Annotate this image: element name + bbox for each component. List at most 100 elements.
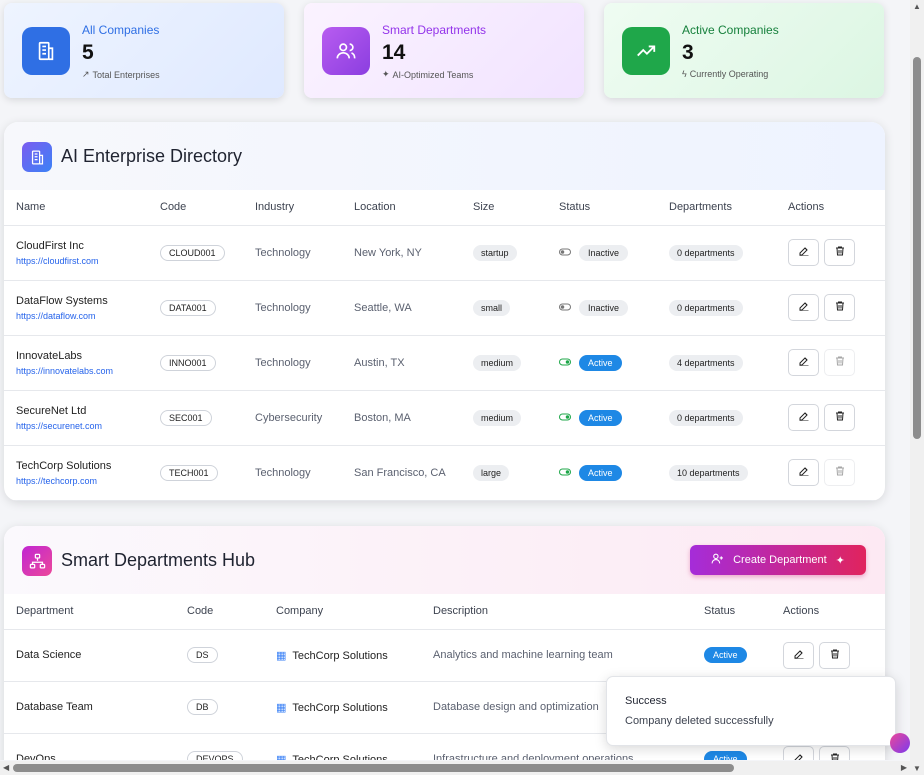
table-row[interactable]: TechCorp Solutions https://techcorp.com TE… (4, 445, 885, 501)
trash-icon (834, 465, 846, 480)
company-name: InnovateLabs (16, 349, 83, 362)
delete-button[interactable] (819, 641, 850, 669)
col-code[interactable]: Code (175, 593, 264, 630)
company-location: San Francisco, CA (342, 445, 461, 501)
status-toggle-icon[interactable] (559, 357, 571, 369)
sparkle-icon: ✦ (835, 554, 845, 567)
departments-header: Smart Departments Hub Create Department … (4, 526, 885, 594)
assistant-launcher-icon[interactable] (890, 733, 910, 753)
toast-message: Company deleted successfully (625, 715, 774, 727)
stat-sub: ϟ Currently Operating (682, 69, 768, 79)
stat-card-departments: Smart Departments 14 ✦ AI-Optimized Team… (304, 3, 584, 98)
scroll-down-icon[interactable]: ▼ (913, 764, 921, 773)
delete-button[interactable] (824, 349, 855, 376)
scroll-left-icon[interactable]: ◀ (3, 763, 9, 772)
building-icon: ▦ (276, 753, 287, 761)
edit-button[interactable] (788, 404, 819, 431)
add-user-icon (711, 552, 724, 568)
status-toggle-icon[interactable] (559, 412, 571, 424)
edit-button[interactable] (788, 294, 819, 321)
delete-button[interactable] (824, 239, 855, 266)
edit-icon (798, 355, 810, 370)
company-code: DATA001 (160, 299, 216, 316)
building-icon: ▦ (276, 649, 287, 662)
trash-icon (834, 355, 846, 370)
stat-sub: ✦ AI-Optimized Teams (382, 69, 473, 80)
company-location: Seattle, WA (342, 280, 461, 336)
stat-label: Active Companies (682, 23, 779, 37)
edit-button[interactable] (783, 745, 814, 760)
department-code: DEVOPS (187, 751, 243, 760)
status-toggle-icon[interactable] (559, 302, 571, 314)
departments-title: Smart Departments Hub (61, 550, 256, 570)
edit-button[interactable] (788, 349, 819, 376)
company-url-link[interactable]: https://securenet.com (16, 421, 148, 431)
edit-button[interactable] (788, 459, 819, 486)
table-row[interactable]: Data Science DS ▦ TechCorp Solutions Analyti… (4, 629, 885, 682)
edit-icon (793, 752, 805, 760)
table-row[interactable]: SecureNet Ltd https://securenet.com SEC001… (4, 390, 885, 446)
col-name[interactable]: Name (4, 189, 148, 226)
company-industry: Cybersecurity (243, 390, 342, 446)
stat-sub-text: AI-Optimized Teams (392, 69, 474, 80)
delete-button[interactable] (824, 404, 855, 431)
status-badge: Active (579, 354, 622, 371)
edit-button[interactable] (788, 239, 819, 266)
scroll-right-icon[interactable]: ▶ (901, 763, 907, 772)
directory-title: AI Enterprise Directory (61, 146, 243, 166)
horizontal-scroll-thumb[interactable] (13, 764, 734, 772)
building-icon (22, 142, 52, 172)
delete-button[interactable] (819, 745, 850, 760)
col-company[interactable]: Company (264, 593, 421, 630)
vertical-scroll-thumb[interactable] (913, 57, 921, 439)
scroll-up-icon[interactable]: ▲ (913, 2, 921, 11)
create-department-button[interactable]: Create Department ✦ (690, 545, 866, 575)
delete-button[interactable] (824, 294, 855, 321)
company-location: Boston, MA (342, 390, 461, 446)
col-code[interactable]: Code (148, 189, 243, 226)
col-status[interactable]: Status (692, 593, 771, 630)
company-url-link[interactable]: https://dataflow.com (16, 311, 148, 321)
horizontal-scrollbar[interactable]: ◀ ▶ (0, 761, 910, 775)
create-department-label: Create Department (733, 554, 827, 566)
stat-value: 3 (682, 41, 694, 64)
status-toggle-icon[interactable] (559, 247, 571, 259)
edit-button[interactable] (783, 641, 814, 669)
table-row[interactable]: InnovateLabs https://innovatelabs.com INNO… (4, 335, 885, 391)
col-department[interactable]: Department (4, 593, 175, 630)
delete-button[interactable] (824, 459, 855, 486)
company-location: New York, NY (342, 225, 461, 281)
company-size: medium (473, 354, 522, 371)
company-url-link[interactable]: https://cloudfirst.com (16, 256, 148, 266)
company-name: SecureNet Ltd (16, 404, 87, 417)
company-size: medium (473, 409, 522, 426)
company-size: startup (473, 244, 517, 261)
col-description[interactable]: Description (421, 593, 692, 630)
status-badge: Inactive (579, 244, 629, 261)
stat-value: 5 (82, 41, 94, 64)
vertical-scrollbar[interactable]: ▲ ▼ (910, 0, 924, 775)
department-code: DB (187, 699, 218, 715)
company-code: CLOUD001 (160, 244, 225, 261)
department-code: DS (187, 647, 218, 663)
col-location[interactable]: Location (342, 189, 461, 226)
users-icon (322, 27, 370, 75)
edit-icon (798, 245, 810, 260)
table-row[interactable]: DataFlow Systems https://dataflow.com DATA… (4, 280, 885, 336)
building-icon: ▦ (276, 701, 287, 714)
page-viewport: All Companies 5 ↗ Total Enterprises Smar… (0, 0, 910, 760)
company-size: large (473, 464, 510, 481)
trash-icon (834, 300, 846, 315)
status-badge: Active (579, 409, 622, 426)
stat-sub: ↗ Total Enterprises (82, 69, 160, 80)
trending-up-icon (622, 27, 670, 75)
table-row[interactable]: CloudFirst Inc https://cloudfirst.com CLOU… (4, 225, 885, 281)
company-name: DataFlow Systems (16, 294, 108, 307)
col-size[interactable]: Size (461, 189, 547, 226)
company-url-link[interactable]: https://techcorp.com (16, 476, 148, 486)
status-toggle-icon[interactable] (559, 467, 571, 479)
company-url-link[interactable]: https://innovatelabs.com (16, 366, 148, 376)
col-departments[interactable]: Departments (657, 189, 776, 226)
col-industry[interactable]: Industry (243, 189, 342, 226)
col-status[interactable]: Status (547, 189, 657, 226)
